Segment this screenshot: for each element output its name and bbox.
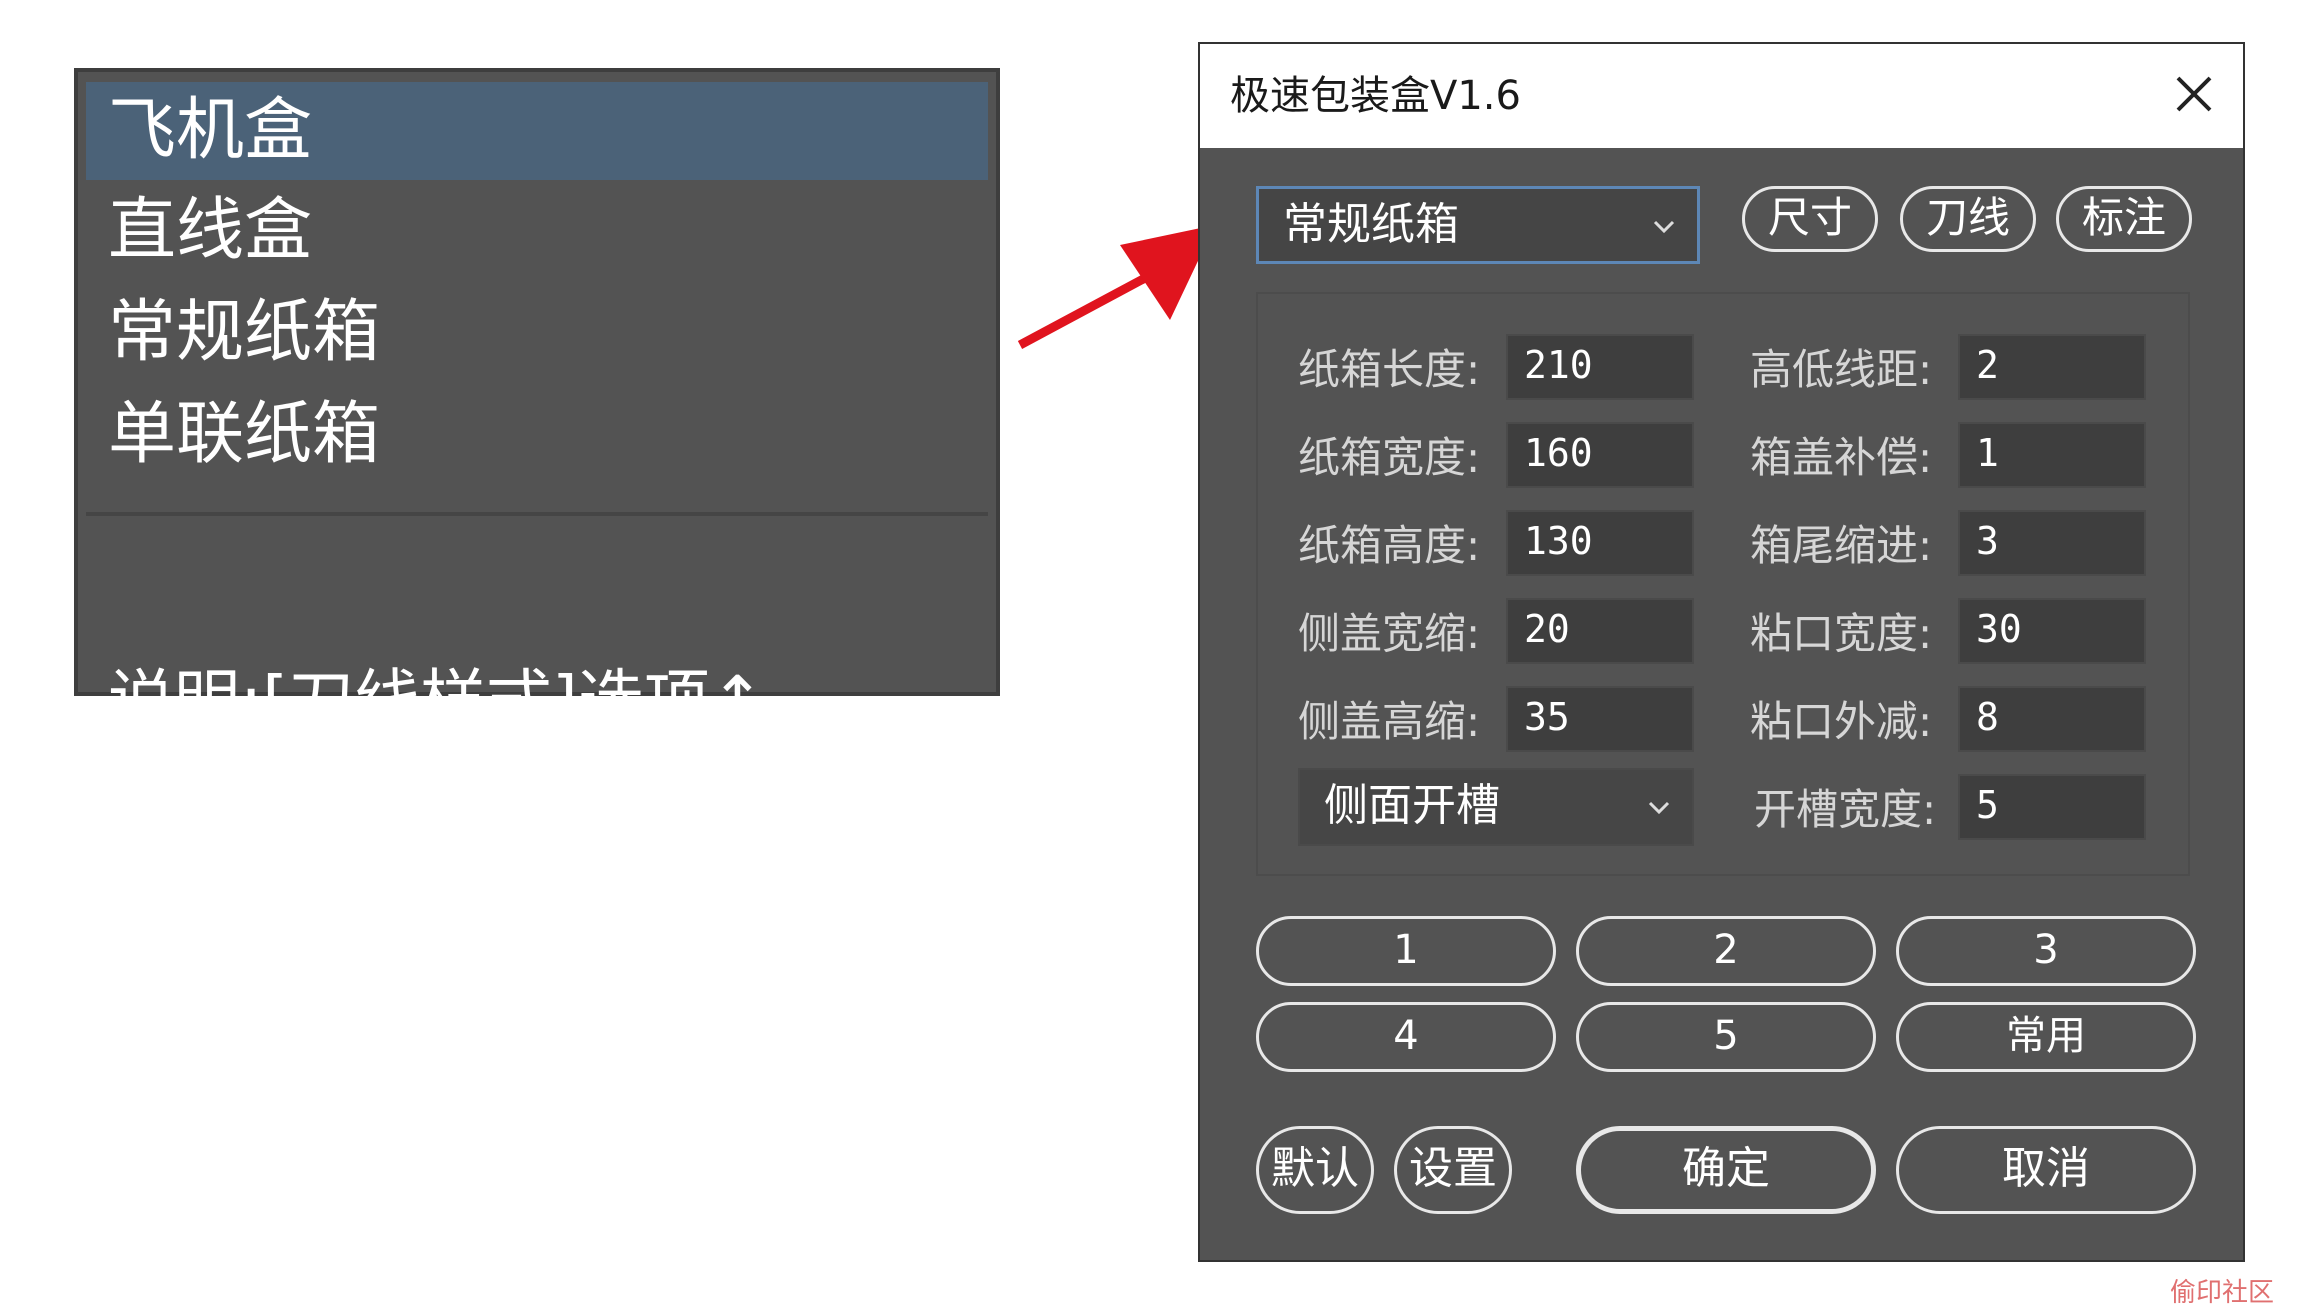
label-lid-compensation: 箱盖补偿: <box>1750 433 1933 482</box>
label-glue-width: 粘口宽度: <box>1750 609 1933 658</box>
size-button[interactable]: 尺寸 <box>1742 186 1878 252</box>
glue-outer-reduce-input[interactable]: 8 <box>1958 686 2146 752</box>
side-width-shrink-input[interactable]: 20 <box>1506 598 1694 664</box>
slot-type-select[interactable]: 侧面开槽 <box>1298 768 1694 846</box>
length-input[interactable]: 210 <box>1506 334 1694 400</box>
list-separator <box>86 512 988 516</box>
preset-1-button[interactable]: 1 <box>1256 916 1556 986</box>
settings-button[interactable]: 设置 <box>1394 1126 1512 1214</box>
preset-4-button[interactable]: 4 <box>1256 1002 1556 1072</box>
list-item-straight-box[interactable]: 直线盒 <box>86 182 988 280</box>
label-length: 纸箱长度: <box>1298 345 1481 394</box>
style-dropdown-list[interactable]: 飞机盒 直线盒 常规纸箱 单联纸箱 说明:[刀线样式]选项↑ <box>74 68 1000 739</box>
label-line-gap: 高低线距: <box>1750 345 1933 394</box>
label-side-height-shrink: 侧盖高缩: <box>1298 697 1481 746</box>
list-item-single-carton[interactable]: 单联纸箱 <box>86 386 988 484</box>
label-glue-outer-reduce: 粘口外减: <box>1750 697 1933 746</box>
ok-button[interactable]: 确定 <box>1576 1126 1876 1214</box>
width-input[interactable]: 160 <box>1506 422 1694 488</box>
label-height: 纸箱高度: <box>1298 521 1481 570</box>
label-width: 纸箱宽度: <box>1298 433 1481 482</box>
watermark: 偷印社区 <box>2170 1278 2275 1308</box>
label-side-width-shrink: 侧盖宽缩: <box>1298 609 1481 658</box>
chevron-down-icon <box>1653 220 1675 234</box>
tail-indent-input[interactable]: 3 <box>1958 510 2146 576</box>
close-icon[interactable] <box>2164 64 2224 124</box>
lid-compensation-input[interactable]: 1 <box>1958 422 2146 488</box>
preset-3-button[interactable]: 3 <box>1896 916 2196 986</box>
box-type-select-value: 常规纸箱 <box>1283 199 1459 250</box>
box-type-select[interactable]: 常规纸箱 <box>1256 186 1700 264</box>
preset-5-button[interactable]: 5 <box>1576 1002 1876 1072</box>
height-input[interactable]: 130 <box>1506 510 1694 576</box>
preset-2-button[interactable]: 2 <box>1576 916 1876 986</box>
list-note: 说明:[刀线样式]选项↑ <box>108 662 766 739</box>
preset-common-button[interactable]: 常用 <box>1896 1002 2196 1072</box>
dialog-title: 极速包装盒V1.6 <box>1230 73 1521 119</box>
side-height-shrink-input[interactable]: 35 <box>1506 686 1694 752</box>
red-arrow-icon <box>1017 225 1215 349</box>
line-gap-input[interactable]: 2 <box>1958 334 2146 400</box>
dieline-button[interactable]: 刀线 <box>1900 186 2036 252</box>
cancel-button[interactable]: 取消 <box>1896 1126 2196 1214</box>
dialog-titlebar: 极速包装盒V1.6 <box>1200 44 2243 148</box>
label-slot-width: 开槽宽度: <box>1754 785 1937 834</box>
glue-width-input[interactable]: 30 <box>1958 598 2146 664</box>
annotate-button[interactable]: 标注 <box>2056 186 2192 252</box>
list-item-regular-carton[interactable]: 常规纸箱 <box>86 284 988 382</box>
slot-type-select-value: 侧面开槽 <box>1324 780 1500 831</box>
chevron-down-icon <box>1648 801 1670 815</box>
default-button[interactable]: 默认 <box>1256 1126 1374 1214</box>
list-item-airplane-box[interactable]: 飞机盒 <box>86 82 988 180</box>
package-box-dialog: 极速包装盒V1.6 常规纸箱 尺寸 刀线 标注 纸箱长度: 210 高低线距: … <box>1198 42 2245 1262</box>
slot-width-input[interactable]: 5 <box>1958 774 2146 840</box>
label-tail-indent: 箱尾缩进: <box>1750 521 1933 570</box>
